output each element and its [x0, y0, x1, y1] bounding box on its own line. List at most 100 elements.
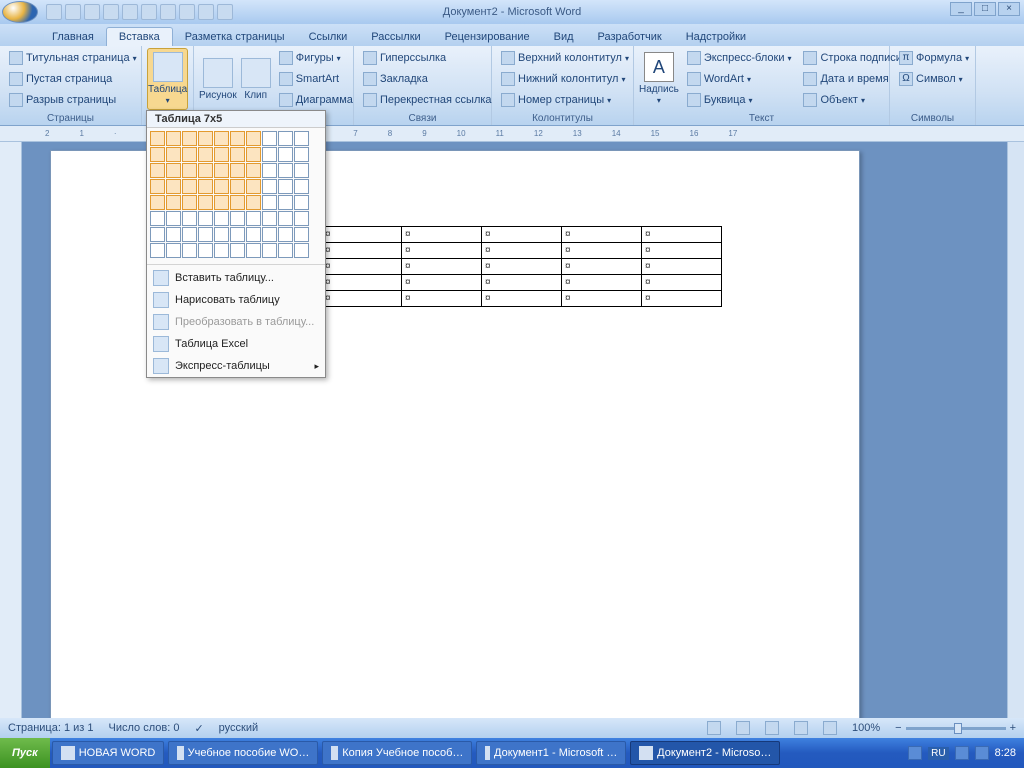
grid-cell[interactable]	[278, 227, 293, 242]
grid-cell[interactable]	[230, 131, 245, 146]
wordart-button[interactable]: WordArt	[683, 69, 796, 89]
status-lang[interactable]: русский	[219, 722, 258, 734]
grid-cell[interactable]	[246, 211, 261, 226]
grid-cell[interactable]	[182, 131, 197, 146]
grid-cell[interactable]	[150, 195, 165, 210]
grid-cell[interactable]	[246, 243, 261, 258]
tray-icon[interactable]	[955, 746, 969, 760]
grid-cell[interactable]	[230, 211, 245, 226]
tab-insert[interactable]: Вставка	[106, 27, 173, 46]
grid-cell[interactable]	[150, 131, 165, 146]
tab-references[interactable]: Ссылки	[297, 28, 360, 46]
tab-mailings[interactable]: Рассылки	[359, 28, 432, 46]
draw-table-menu[interactable]: Нарисовать таблицу	[147, 289, 325, 311]
clock[interactable]: 8:28	[995, 747, 1016, 759]
view-draft-icon[interactable]	[823, 721, 837, 735]
qat-new-icon[interactable]	[103, 4, 119, 20]
grid-cell[interactable]	[166, 227, 181, 242]
insert-table-menu[interactable]: Вставить таблицу...	[147, 267, 325, 289]
grid-cell[interactable]	[262, 243, 277, 258]
qat-mail-icon[interactable]	[141, 4, 157, 20]
grid-cell[interactable]	[278, 131, 293, 146]
blank-page-button[interactable]: Пустая страница	[5, 69, 141, 89]
qat-redo-icon[interactable]	[84, 4, 100, 20]
grid-cell[interactable]	[278, 211, 293, 226]
chart-button[interactable]: Диаграмма	[275, 90, 357, 110]
grid-cell[interactable]	[214, 179, 229, 194]
grid-cell[interactable]	[214, 163, 229, 178]
vertical-scrollbar[interactable]	[1007, 142, 1024, 718]
restore-button[interactable]: □	[974, 2, 996, 16]
tab-review[interactable]: Рецензирование	[433, 28, 542, 46]
grid-cell[interactable]	[230, 163, 245, 178]
status-spell-icon[interactable]: ✓	[194, 722, 203, 735]
grid-cell[interactable]	[246, 179, 261, 194]
grid-cell[interactable]	[198, 147, 213, 162]
minimize-button[interactable]: _	[950, 2, 972, 16]
qat-save-icon[interactable]	[46, 4, 62, 20]
shapes-button[interactable]: Фигуры	[275, 48, 357, 68]
grid-cell[interactable]	[198, 211, 213, 226]
grid-cell[interactable]	[294, 195, 309, 210]
task-doc3[interactable]: Документ1 - Microsoft …	[476, 741, 626, 765]
grid-cell[interactable]	[198, 179, 213, 194]
grid-cell[interactable]	[246, 163, 261, 178]
qat-spell-icon[interactable]	[198, 4, 214, 20]
grid-cell[interactable]	[262, 211, 277, 226]
bookmark-button[interactable]: Закладка	[359, 69, 496, 89]
grid-cell[interactable]	[182, 163, 197, 178]
grid-cell[interactable]	[294, 179, 309, 194]
task-doc2[interactable]: Копия Учебное пособ…	[322, 741, 472, 765]
crossref-button[interactable]: Перекрестная ссылка	[359, 90, 496, 110]
tab-addins[interactable]: Надстройки	[674, 28, 758, 46]
grid-cell[interactable]	[214, 243, 229, 258]
grid-cell[interactable]	[246, 131, 261, 146]
equation-button[interactable]: πФормула	[895, 48, 973, 68]
grid-cell[interactable]	[150, 243, 165, 258]
task-folder[interactable]: НОВАЯ WORD	[52, 741, 165, 765]
excel-table-menu[interactable]: Таблица Excel	[147, 333, 325, 355]
grid-cell[interactable]	[294, 227, 309, 242]
tab-home[interactable]: Главная	[40, 28, 106, 46]
grid-cell[interactable]	[182, 195, 197, 210]
cover-page-button[interactable]: Титульная страница	[5, 48, 141, 68]
grid-cell[interactable]	[230, 243, 245, 258]
grid-cell[interactable]	[198, 243, 213, 258]
close-button[interactable]: ×	[998, 2, 1020, 16]
grid-cell[interactable]	[214, 211, 229, 226]
grid-cell[interactable]	[278, 163, 293, 178]
textbox-button[interactable]: AНадпись▾	[639, 48, 679, 110]
grid-cell[interactable]	[214, 147, 229, 162]
clip-button[interactable]: Клип	[241, 48, 271, 110]
tab-developer[interactable]: Разработчик	[586, 28, 674, 46]
tray-icon[interactable]	[908, 746, 922, 760]
grid-cell[interactable]	[262, 163, 277, 178]
grid-cell[interactable]	[182, 147, 197, 162]
smartart-button[interactable]: SmartArt	[275, 69, 357, 89]
status-page[interactable]: Страница: 1 из 1	[8, 722, 94, 734]
task-doc1[interactable]: Учебное пособие WO…	[168, 741, 318, 765]
grid-cell[interactable]	[166, 147, 181, 162]
grid-cell[interactable]	[166, 243, 181, 258]
grid-cell[interactable]	[230, 147, 245, 162]
quickparts-button[interactable]: Экспресс-блоки	[683, 48, 796, 68]
grid-cell[interactable]	[230, 179, 245, 194]
task-doc4[interactable]: Документ2 - Microso…	[630, 741, 780, 765]
zoom-label[interactable]: 100%	[852, 722, 880, 734]
grid-cell[interactable]	[198, 227, 213, 242]
grid-cell[interactable]	[246, 147, 261, 162]
grid-cell[interactable]	[182, 179, 197, 194]
grid-cell[interactable]	[294, 211, 309, 226]
grid-cell[interactable]	[198, 131, 213, 146]
grid-cell[interactable]	[166, 211, 181, 226]
tray-icon[interactable]	[975, 746, 989, 760]
grid-cell[interactable]	[278, 179, 293, 194]
grid-cell[interactable]	[214, 195, 229, 210]
view-outline-icon[interactable]	[794, 721, 808, 735]
quick-tables-menu[interactable]: Экспресс-таблицы▸	[147, 355, 325, 377]
view-web-icon[interactable]	[765, 721, 779, 735]
grid-cell[interactable]	[198, 195, 213, 210]
grid-cell[interactable]	[198, 163, 213, 178]
table-button[interactable]: Таблица▾	[147, 48, 188, 110]
grid-cell[interactable]	[182, 243, 197, 258]
